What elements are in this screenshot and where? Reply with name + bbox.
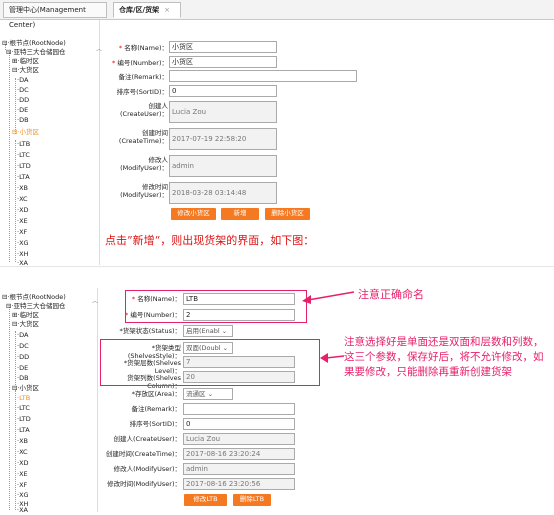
label-sort: 排序号(SortID)： xyxy=(116,88,168,96)
tab-bar: 管理中心(Management Center) 仓库/区/货架 × xyxy=(0,0,554,29)
label-modify-time: 修改时间 (ModifyUser)： xyxy=(120,183,168,199)
tree-leaf-da-2[interactable]: ·DA xyxy=(17,331,28,340)
label-create-user: 创建人 (CreateUser)： xyxy=(120,102,168,118)
tree-leaf-db-2[interactable]: ·DB xyxy=(17,374,29,383)
arrow-shelf-note xyxy=(320,353,345,363)
tree-leaf-dc-2[interactable]: ·DC xyxy=(17,342,29,351)
tree-leaf-ltd-2[interactable]: ·LTD xyxy=(17,415,31,424)
label-status: *货架状态(Status)： xyxy=(119,327,181,335)
tree-leaf-lta[interactable]: ·LTA xyxy=(17,173,30,182)
note-correct-naming: 注意正确命名 xyxy=(358,288,424,301)
tree-leaf-de-2[interactable]: ·DE xyxy=(17,364,28,373)
label-create-time-2: 创建时间(CreateTime)： xyxy=(105,450,181,458)
label-modify-user: 修改人 (ModifyUser)： xyxy=(120,156,168,172)
label-number: * 编号(Number)： xyxy=(111,59,168,67)
tree-leaf-ltc[interactable]: ·LTC xyxy=(17,151,30,160)
tree-leaf-xf-2[interactable]: ·XF xyxy=(17,481,27,490)
name-input[interactable]: 小货区 xyxy=(169,41,277,53)
create-user-field: Lucia Zou xyxy=(169,101,277,123)
create-time-field: 2017-07-19 22:58:20 xyxy=(169,128,277,150)
create-time-field-2: 2017-08-16 23:20:24 xyxy=(183,448,295,460)
chevron-down-icon: ⌄ xyxy=(221,327,228,335)
sort-input[interactable]: 0 xyxy=(169,85,277,97)
remark-input[interactable] xyxy=(169,70,357,82)
tab-management-center[interactable]: 管理中心(Management Center) xyxy=(3,2,107,29)
modify-time-field-2: 2017-08-16 23:20:56 xyxy=(183,478,295,490)
label-modify-user-2: 修改人(ModifyUser)： xyxy=(113,465,181,473)
tree-leaf-ltb-2[interactable]: ·LTB xyxy=(17,394,30,403)
tree-node-park[interactable]: ⊟·亚特三大仓储园仓 xyxy=(6,48,66,57)
label-remark-2: 备注(Remark)： xyxy=(131,405,181,413)
sort-input-2[interactable]: 0 xyxy=(183,418,295,430)
label-remark: 备注(Remark)： xyxy=(118,73,168,81)
chevron-down-icon: ⌄ xyxy=(207,390,214,398)
tree-leaf-xe-2[interactable]: ·XE xyxy=(17,470,28,479)
tree-leaf-xe[interactable]: ·XE xyxy=(17,217,28,226)
label-name: * 名称(Name)： xyxy=(118,44,168,52)
tree-leaf-xc[interactable]: ·XC xyxy=(17,195,28,204)
modify-user-field: admin xyxy=(169,155,277,177)
label-create-time: 创建时间 (CreateTime)： xyxy=(118,129,168,145)
modify-time-field: 2018-03-28 03:14:48 xyxy=(169,182,277,204)
delete-ltb-button[interactable]: 删除LTB xyxy=(233,494,271,506)
collapse-chevron-icon[interactable]: ︿ xyxy=(96,44,102,53)
tree-leaf-xg-2[interactable]: ·XG xyxy=(17,491,29,500)
tree-node-big-area-2[interactable]: ⊟·大货区 xyxy=(12,320,39,329)
modify-user-field-2: admin xyxy=(183,463,295,475)
label-area: *存放区(Area)： xyxy=(131,390,181,398)
tree-node-park-2[interactable]: ⊟·亚特三大仓储园仓 xyxy=(6,302,66,311)
tree-node-temp-area-2[interactable]: ⊞·临时区 xyxy=(12,311,39,320)
arrow-name-note xyxy=(302,291,355,304)
tree-leaf-ltc-2[interactable]: ·LTC xyxy=(17,404,30,413)
tree-node-small-area[interactable]: ⊟·小货区 xyxy=(12,128,39,137)
tree-leaf-dd[interactable]: ·DD xyxy=(17,96,29,105)
tree-leaf-xd[interactable]: ·XD xyxy=(17,206,29,215)
add-button[interactable]: 新增 xyxy=(221,208,259,220)
tree-node-big-area[interactable]: ⊟·大货区 xyxy=(12,66,39,75)
tree-leaf-xb-2[interactable]: ·XB xyxy=(17,437,28,446)
tree-leaf-xa-2[interactable]: ·XA xyxy=(17,506,28,515)
tree-leaf-xg[interactable]: ·XG xyxy=(17,239,29,248)
modify-ltb-button[interactable]: 修改LTB xyxy=(184,494,227,506)
tree-node-temp-area[interactable]: ⊞·临时区 xyxy=(12,57,39,66)
number-input[interactable]: 小货区 xyxy=(169,56,277,68)
tree-node-root[interactable]: ⊟·根节点(RootNode) xyxy=(2,39,66,48)
label-sort-2: 排序号(SortID)： xyxy=(129,420,181,428)
delete-small-area-button[interactable]: 删除小货区 xyxy=(265,208,310,220)
tree-leaf-lta-2[interactable]: ·LTA xyxy=(17,426,30,435)
tree-leaf-db[interactable]: ·DB xyxy=(17,116,29,125)
area-select[interactable]: 流通区 ⌄ xyxy=(183,388,233,400)
tab-warehouse-area-shelf[interactable]: 仓库/区/货架 × xyxy=(113,2,181,18)
tree-leaf-xh[interactable]: ·XH xyxy=(17,250,28,259)
tree-node-root-2[interactable]: ⊟·根节点(RootNode) xyxy=(2,293,66,302)
tree-leaf-xb[interactable]: ·XB xyxy=(17,184,28,193)
create-user-field-2: Lucia Zou xyxy=(183,433,295,445)
tree-leaf-da[interactable]: ·DA xyxy=(17,76,28,85)
status-select[interactable]: 启用(Enabl ⌄ xyxy=(183,325,233,337)
note-shelf-params: 注意选择好是单面还是双面和层数和列数，这三个参数，保存好后，将不允许修改，如果要… xyxy=(344,336,544,378)
tree-leaf-xd-2[interactable]: ·XD xyxy=(17,459,29,468)
tree-leaf-xf[interactable]: ·XF xyxy=(17,228,27,237)
tree-leaf-xc-2[interactable]: ·XC xyxy=(17,448,28,457)
tree-leaf-ltb[interactable]: ·LTB xyxy=(17,140,30,149)
tree-leaf-ltd[interactable]: ·LTD xyxy=(17,162,31,171)
name-number-highlight-box xyxy=(125,290,307,323)
tab-warehouse-label: 仓库/区/货架 xyxy=(119,6,160,14)
tree-node-small-area-2[interactable]: ⊟·小货区 xyxy=(12,384,39,393)
instruction-text: 点击”新增“，则出现货架的界面，如下图： xyxy=(105,234,315,247)
section-separator xyxy=(0,266,554,290)
tree-leaf-dc[interactable]: ·DC xyxy=(17,86,29,95)
tree-leaf-de[interactable]: ·DE xyxy=(17,106,28,115)
remark-input-2[interactable] xyxy=(183,403,295,415)
add-button-label: 新增 xyxy=(233,209,247,217)
shelf-params-highlight-box xyxy=(100,339,320,386)
tree-leaf-dd-2[interactable]: ·DD xyxy=(17,353,29,362)
label-create-user-2: 创建人(CreateUser)： xyxy=(113,435,182,443)
modify-small-area-button[interactable]: 修改小货区 xyxy=(171,208,216,220)
collapse-chevron-icon-2[interactable]: ︿ xyxy=(92,296,98,305)
tab-close-icon[interactable]: × xyxy=(164,6,170,14)
label-modify-time-2: 修改时间(ModifyUser)： xyxy=(107,480,181,488)
